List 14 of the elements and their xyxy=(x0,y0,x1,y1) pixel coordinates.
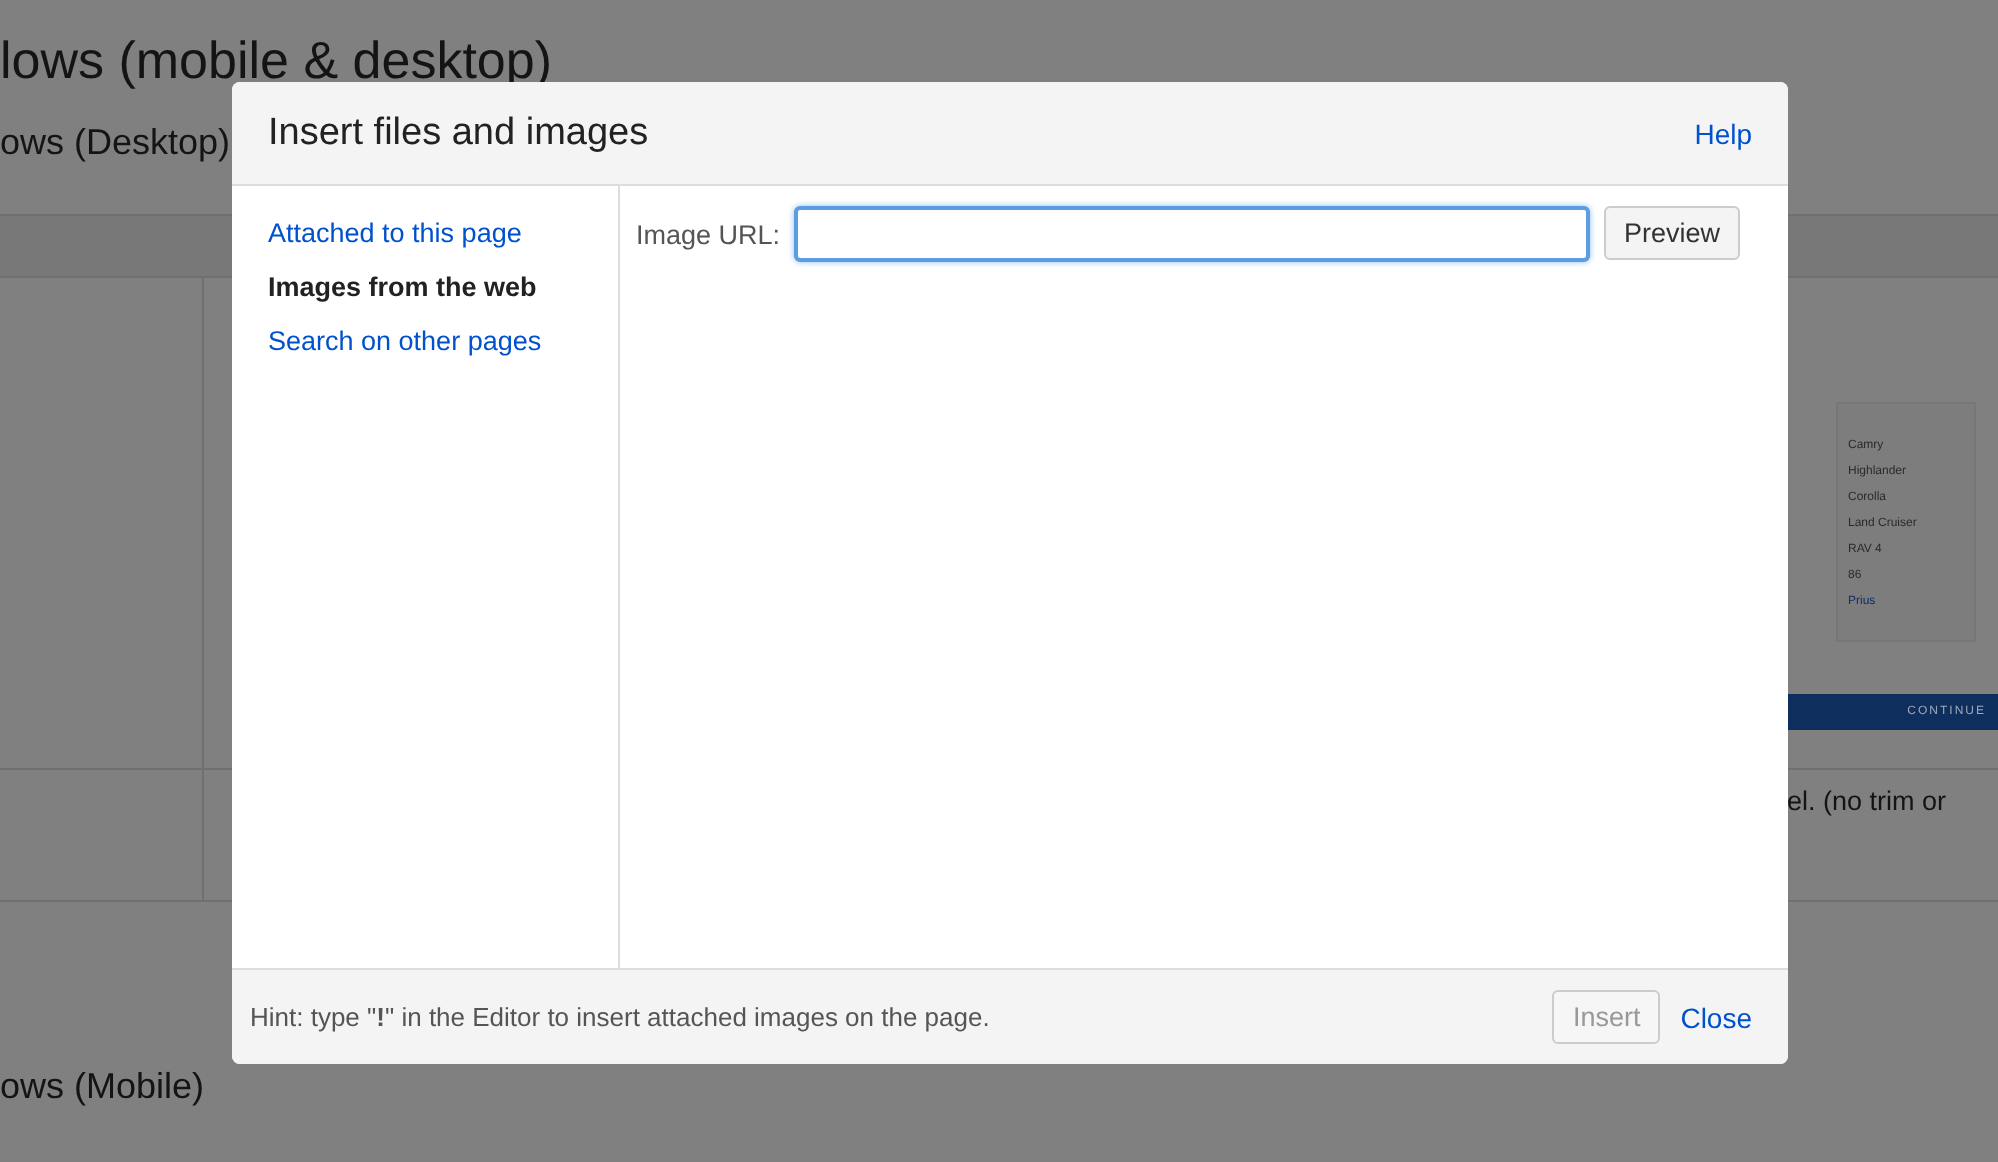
page-heading: lows (mobile & desktop) xyxy=(0,30,554,90)
table-cell-text: el. (no trim or xyxy=(1786,786,1946,820)
image-url-field[interactable] xyxy=(794,206,1591,262)
section-heading: ows (Desktop) xyxy=(0,120,231,166)
preview-button[interactable]: Preview xyxy=(1604,206,1741,260)
help-link[interactable]: Help xyxy=(1694,117,1752,149)
sidebar-tab[interactable]: Attached to this page xyxy=(268,216,522,250)
dialog-title: Insert files and images xyxy=(268,111,649,155)
sidebar-tab[interactable]: Search on other pages xyxy=(268,324,542,358)
hint-text: Hint: type "!" in the Editor to insert attached images on the page. xyxy=(250,1002,992,1032)
image-url-label: Image URL: xyxy=(636,220,781,250)
close-link[interactable]: Close xyxy=(1680,1001,1752,1033)
sidebar-tab[interactable]: Images from the web xyxy=(268,270,537,304)
section-heading: ows (Mobile) xyxy=(0,1064,205,1110)
